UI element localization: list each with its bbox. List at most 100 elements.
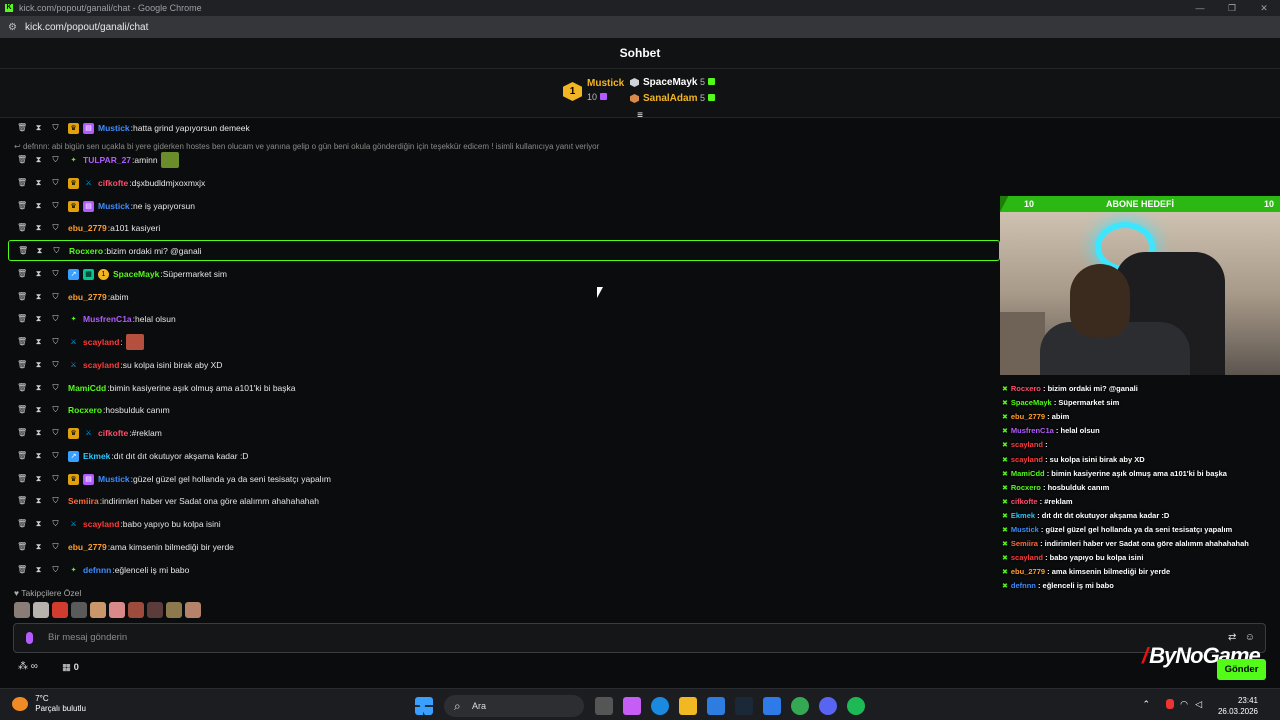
- emote-9[interactable]: [166, 602, 182, 618]
- chat-username[interactable]: ebu_2779: [68, 538, 107, 556]
- ban-icon[interactable]: ⛉: [51, 447, 60, 465]
- ban-icon[interactable]: ⛉: [51, 197, 60, 215]
- timeout-icon[interactable]: ⧗: [34, 561, 43, 579]
- chat-username[interactable]: scayland: [83, 515, 119, 533]
- timeout-icon[interactable]: ⧗: [34, 538, 43, 556]
- chat-message[interactable]: 🗑 ⧗ ⛉ ebu_2779: abim: [0, 288, 1000, 306]
- chat-message[interactable]: 🗑 ⧗ ⛉ ♛ ▤ Mustick: hatta grind yapıyorsun dem…: [0, 119, 1000, 137]
- delete-icon[interactable]: 🗑: [17, 379, 27, 397]
- timeout-icon[interactable]: ⧗: [35, 242, 44, 260]
- chrome-icon[interactable]: [791, 697, 809, 715]
- delete-icon[interactable]: 🗑: [17, 197, 27, 215]
- emote-4[interactable]: [71, 602, 87, 618]
- emote-8[interactable]: [147, 602, 163, 618]
- delete-icon[interactable]: 🗑: [17, 492, 27, 510]
- taskbar-search[interactable]: Ara: [444, 695, 584, 717]
- chat-message[interactable]: 🗑 ⧗ ⛉ ♛ ⚔ cifkofte: dşxbudldmjxoxmxjx: [0, 174, 1000, 192]
- timeout-icon[interactable]: ⧗: [34, 401, 43, 419]
- timeout-icon[interactable]: ⧗: [34, 288, 43, 306]
- ban-icon[interactable]: ⛉: [51, 333, 60, 351]
- chat-username[interactable]: Mustick: [98, 470, 130, 488]
- store-icon[interactable]: [707, 697, 725, 715]
- chat-username[interactable]: scayland: [83, 356, 119, 374]
- delete-icon[interactable]: 🗑: [17, 424, 27, 442]
- site-info-icon[interactable]: ⚙: [8, 22, 17, 33]
- timeout-icon[interactable]: ⧗: [34, 265, 43, 283]
- ban-icon[interactable]: ⛉: [51, 265, 60, 283]
- timeout-icon[interactable]: ⧗: [34, 151, 43, 169]
- translate-icon[interactable]: ⇄: [1228, 632, 1236, 643]
- ban-icon[interactable]: ⛉: [51, 379, 60, 397]
- delete-icon[interactable]: 🗑: [17, 288, 27, 306]
- emote-2[interactable]: [33, 602, 49, 618]
- chat-message[interactable]: 🗑 ⧗ ⛉ ✦ defnnn: eğlenceli iş mi babo: [0, 561, 1000, 579]
- chat-username[interactable]: MusfrenC1a: [83, 310, 132, 328]
- chat-message[interactable]: 🗑 ⧗ ⛉ ♛ ⚔ cifkofte: #reklam: [0, 424, 1000, 442]
- delete-icon[interactable]: 🗑: [17, 219, 27, 237]
- delete-icon[interactable]: 🗑: [17, 265, 27, 283]
- emoji-icon[interactable]: ☺: [1245, 632, 1255, 643]
- chat-message[interactable]: 🗑 ⧗ ⛉ ebu_2779: ama kimsenin bilmediği bir …: [0, 538, 1000, 556]
- emote-3[interactable]: [52, 602, 68, 618]
- chat-message[interactable]: 🗑 ⧗ ⛉ ⚔ scayland:: [0, 333, 1000, 351]
- chat-username[interactable]: ebu_2779: [68, 288, 107, 306]
- delete-icon[interactable]: 🗑: [17, 119, 27, 137]
- chat-username[interactable]: TULPAR_27: [83, 151, 131, 169]
- edge-icon[interactable]: [651, 697, 669, 715]
- copilot-icon[interactable]: [623, 697, 641, 715]
- tray-overflow-icon[interactable]: ⌃: [1142, 699, 1150, 710]
- mic-icon[interactable]: [26, 632, 33, 644]
- reply-preview[interactable]: ↩ defnnn: abi bigün sen uçakla bi yere g…: [14, 142, 599, 151]
- timeout-icon[interactable]: ⧗: [34, 424, 43, 442]
- chat-message[interactable]: 🗑 ⧗ ⛉ Semiira: indirimleri haber ver Sadat …: [0, 492, 1000, 510]
- delete-icon[interactable]: 🗑: [17, 447, 27, 465]
- chat-message[interactable]: 🗑 ⧗ ⛉ ebu_2779: a101 kasiyeri: [0, 219, 1000, 237]
- tray-mic-icon[interactable]: [1166, 699, 1174, 709]
- chat-message[interactable]: 🗑 ⧗ ⛉ ♛ ▤ Mustick: güzel güzel gel hollanda y…: [0, 470, 1000, 488]
- gift-counter[interactable]: ▦ 0: [62, 662, 79, 673]
- delete-icon[interactable]: 🗑: [18, 242, 28, 260]
- delete-icon[interactable]: 🗑: [17, 333, 27, 351]
- send-button[interactable]: Gönder: [1217, 659, 1266, 680]
- delete-icon[interactable]: 🗑: [17, 561, 27, 579]
- chat-username[interactable]: cifkofte: [98, 174, 128, 192]
- emote-6[interactable]: [109, 602, 125, 618]
- points-icon[interactable]: ⁂ ∞: [18, 661, 38, 672]
- chat-message[interactable]: 🗑 ⧗ ⛉ ⚔ scayland: su kolpa isini birak aby X…: [0, 356, 1000, 374]
- timeout-icon[interactable]: ⧗: [34, 379, 43, 397]
- delete-icon[interactable]: 🗑: [17, 515, 27, 533]
- leader-first-name[interactable]: Mustick: [587, 78, 624, 89]
- timeout-icon[interactable]: ⧗: [34, 492, 43, 510]
- chat-message[interactable]: 🗑 ⧗ ⛉ ⚔ scayland: babo yapıyo bu kolpa isini: [0, 515, 1000, 533]
- delete-icon[interactable]: 🗑: [17, 538, 27, 556]
- chat-username[interactable]: Ekmek: [83, 447, 110, 465]
- steam-icon[interactable]: [735, 697, 753, 715]
- chat-username[interactable]: Mustick: [98, 119, 130, 137]
- wifi-icon[interactable]: ◠: [1180, 699, 1188, 710]
- minimize-icon[interactable]: —: [1184, 0, 1216, 16]
- ban-icon[interactable]: ⛉: [51, 401, 60, 419]
- chat-message[interactable]: 🗑 ⧗ ⛉ ♛ ▤ Mustick: ne iş yapıyorsun: [0, 197, 1000, 215]
- timeout-icon[interactable]: ⧗: [34, 515, 43, 533]
- delete-icon[interactable]: 🗑: [17, 310, 27, 328]
- chat-username[interactable]: cifkofte: [98, 424, 128, 442]
- address-bar[interactable]: ⚙ kick.com/popout/ganali/chat: [0, 16, 1280, 38]
- emote-10[interactable]: [185, 602, 201, 618]
- chat-username[interactable]: Semiira: [68, 492, 99, 510]
- leader-third-name[interactable]: SanalAdam: [643, 93, 697, 104]
- weather-widget[interactable]: 7°C Parçalı bulutlu: [12, 694, 86, 714]
- ban-icon[interactable]: ⛉: [51, 151, 60, 169]
- ban-icon[interactable]: ⛉: [51, 515, 60, 533]
- message-input[interactable]: Bir mesaj gönderin ⇄ ☺: [13, 623, 1266, 653]
- chat-message[interactable]: 🗑 ⧗ ⛉ ✦ TULPAR_27: aminn: [0, 151, 1000, 169]
- timeout-icon[interactable]: ⧗: [34, 219, 43, 237]
- ban-icon[interactable]: ⛉: [52, 242, 61, 260]
- delete-icon[interactable]: 🗑: [17, 151, 27, 169]
- chat-message[interactable]: 🗑 ⧗ ⛉ Rocxero: hosbulduk canım: [0, 401, 1000, 419]
- chat-message[interactable]: 🗑 ⧗ ⛉ MamiCdd: bimin kasiyerine aşık olmuş …: [0, 379, 1000, 397]
- emote-1[interactable]: [14, 602, 30, 618]
- ban-icon[interactable]: ⛉: [51, 538, 60, 556]
- task-view-icon[interactable]: [595, 697, 613, 715]
- timeout-icon[interactable]: ⧗: [34, 333, 43, 351]
- ban-icon[interactable]: ⛉: [51, 424, 60, 442]
